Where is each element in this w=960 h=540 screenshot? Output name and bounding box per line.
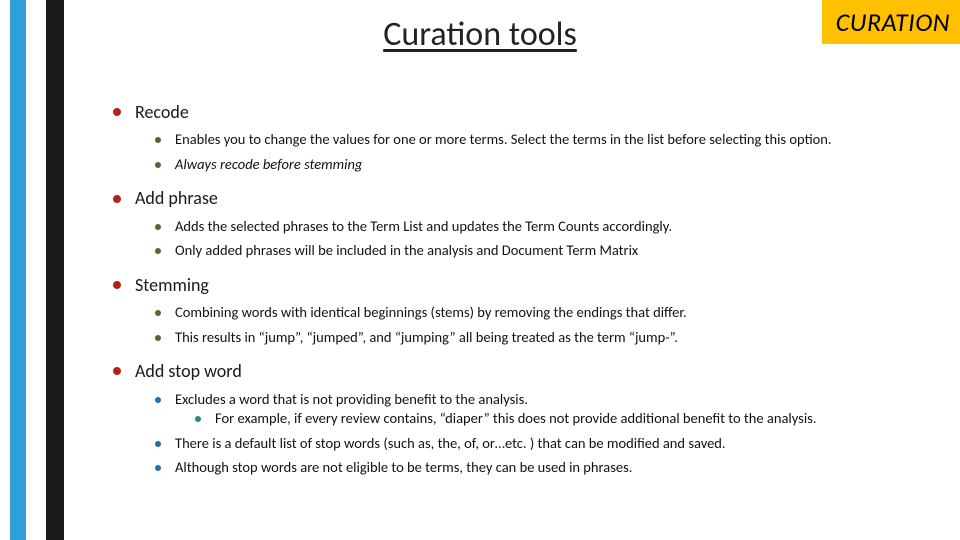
slide-body: Recode Enables you to change the values …: [135, 100, 932, 490]
list-item: Only added phrases will be included in t…: [175, 241, 932, 261]
list-item: Enables you to change the values for one…: [175, 130, 932, 150]
category-badge: CURATION: [822, 0, 960, 44]
section-recode: Recode Enables you to change the values …: [135, 100, 932, 174]
list-item: This results in “jump”, “jumped”, and “j…: [175, 328, 932, 348]
list-item: Although stop words are not eligible to …: [175, 458, 932, 478]
slide-title: Curation tools: [383, 14, 577, 55]
stripe-black: [46, 0, 64, 540]
list-item: There is a default list of stop words (s…: [175, 434, 932, 454]
list-item: Adds the selected phrases to the Term Li…: [175, 217, 932, 237]
list-item: Combining words with identical beginning…: [175, 303, 932, 323]
section-add-stop-word: Add stop word Excludes a word that is no…: [135, 359, 932, 478]
section-add-phrase: Add phrase Adds the selected phrases to …: [135, 186, 932, 260]
section-heading: Recode: [135, 100, 932, 124]
side-stripes: [10, 0, 64, 540]
section-heading: Stemming: [135, 273, 932, 297]
section-heading: Add stop word: [135, 359, 932, 383]
list-sub-item: For example, if every review contains, “…: [215, 409, 932, 429]
list-item: Always recode before stemming: [175, 155, 932, 175]
stripe-gap: [26, 0, 46, 540]
stripe-blue: [10, 0, 26, 540]
list-item-text: Excludes a word that is not providing be…: [175, 390, 528, 408]
section-stemming: Stemming Combining words with identical …: [135, 273, 932, 347]
section-heading: Add phrase: [135, 186, 932, 210]
list-item: Excludes a word that is not providing be…: [175, 390, 932, 429]
